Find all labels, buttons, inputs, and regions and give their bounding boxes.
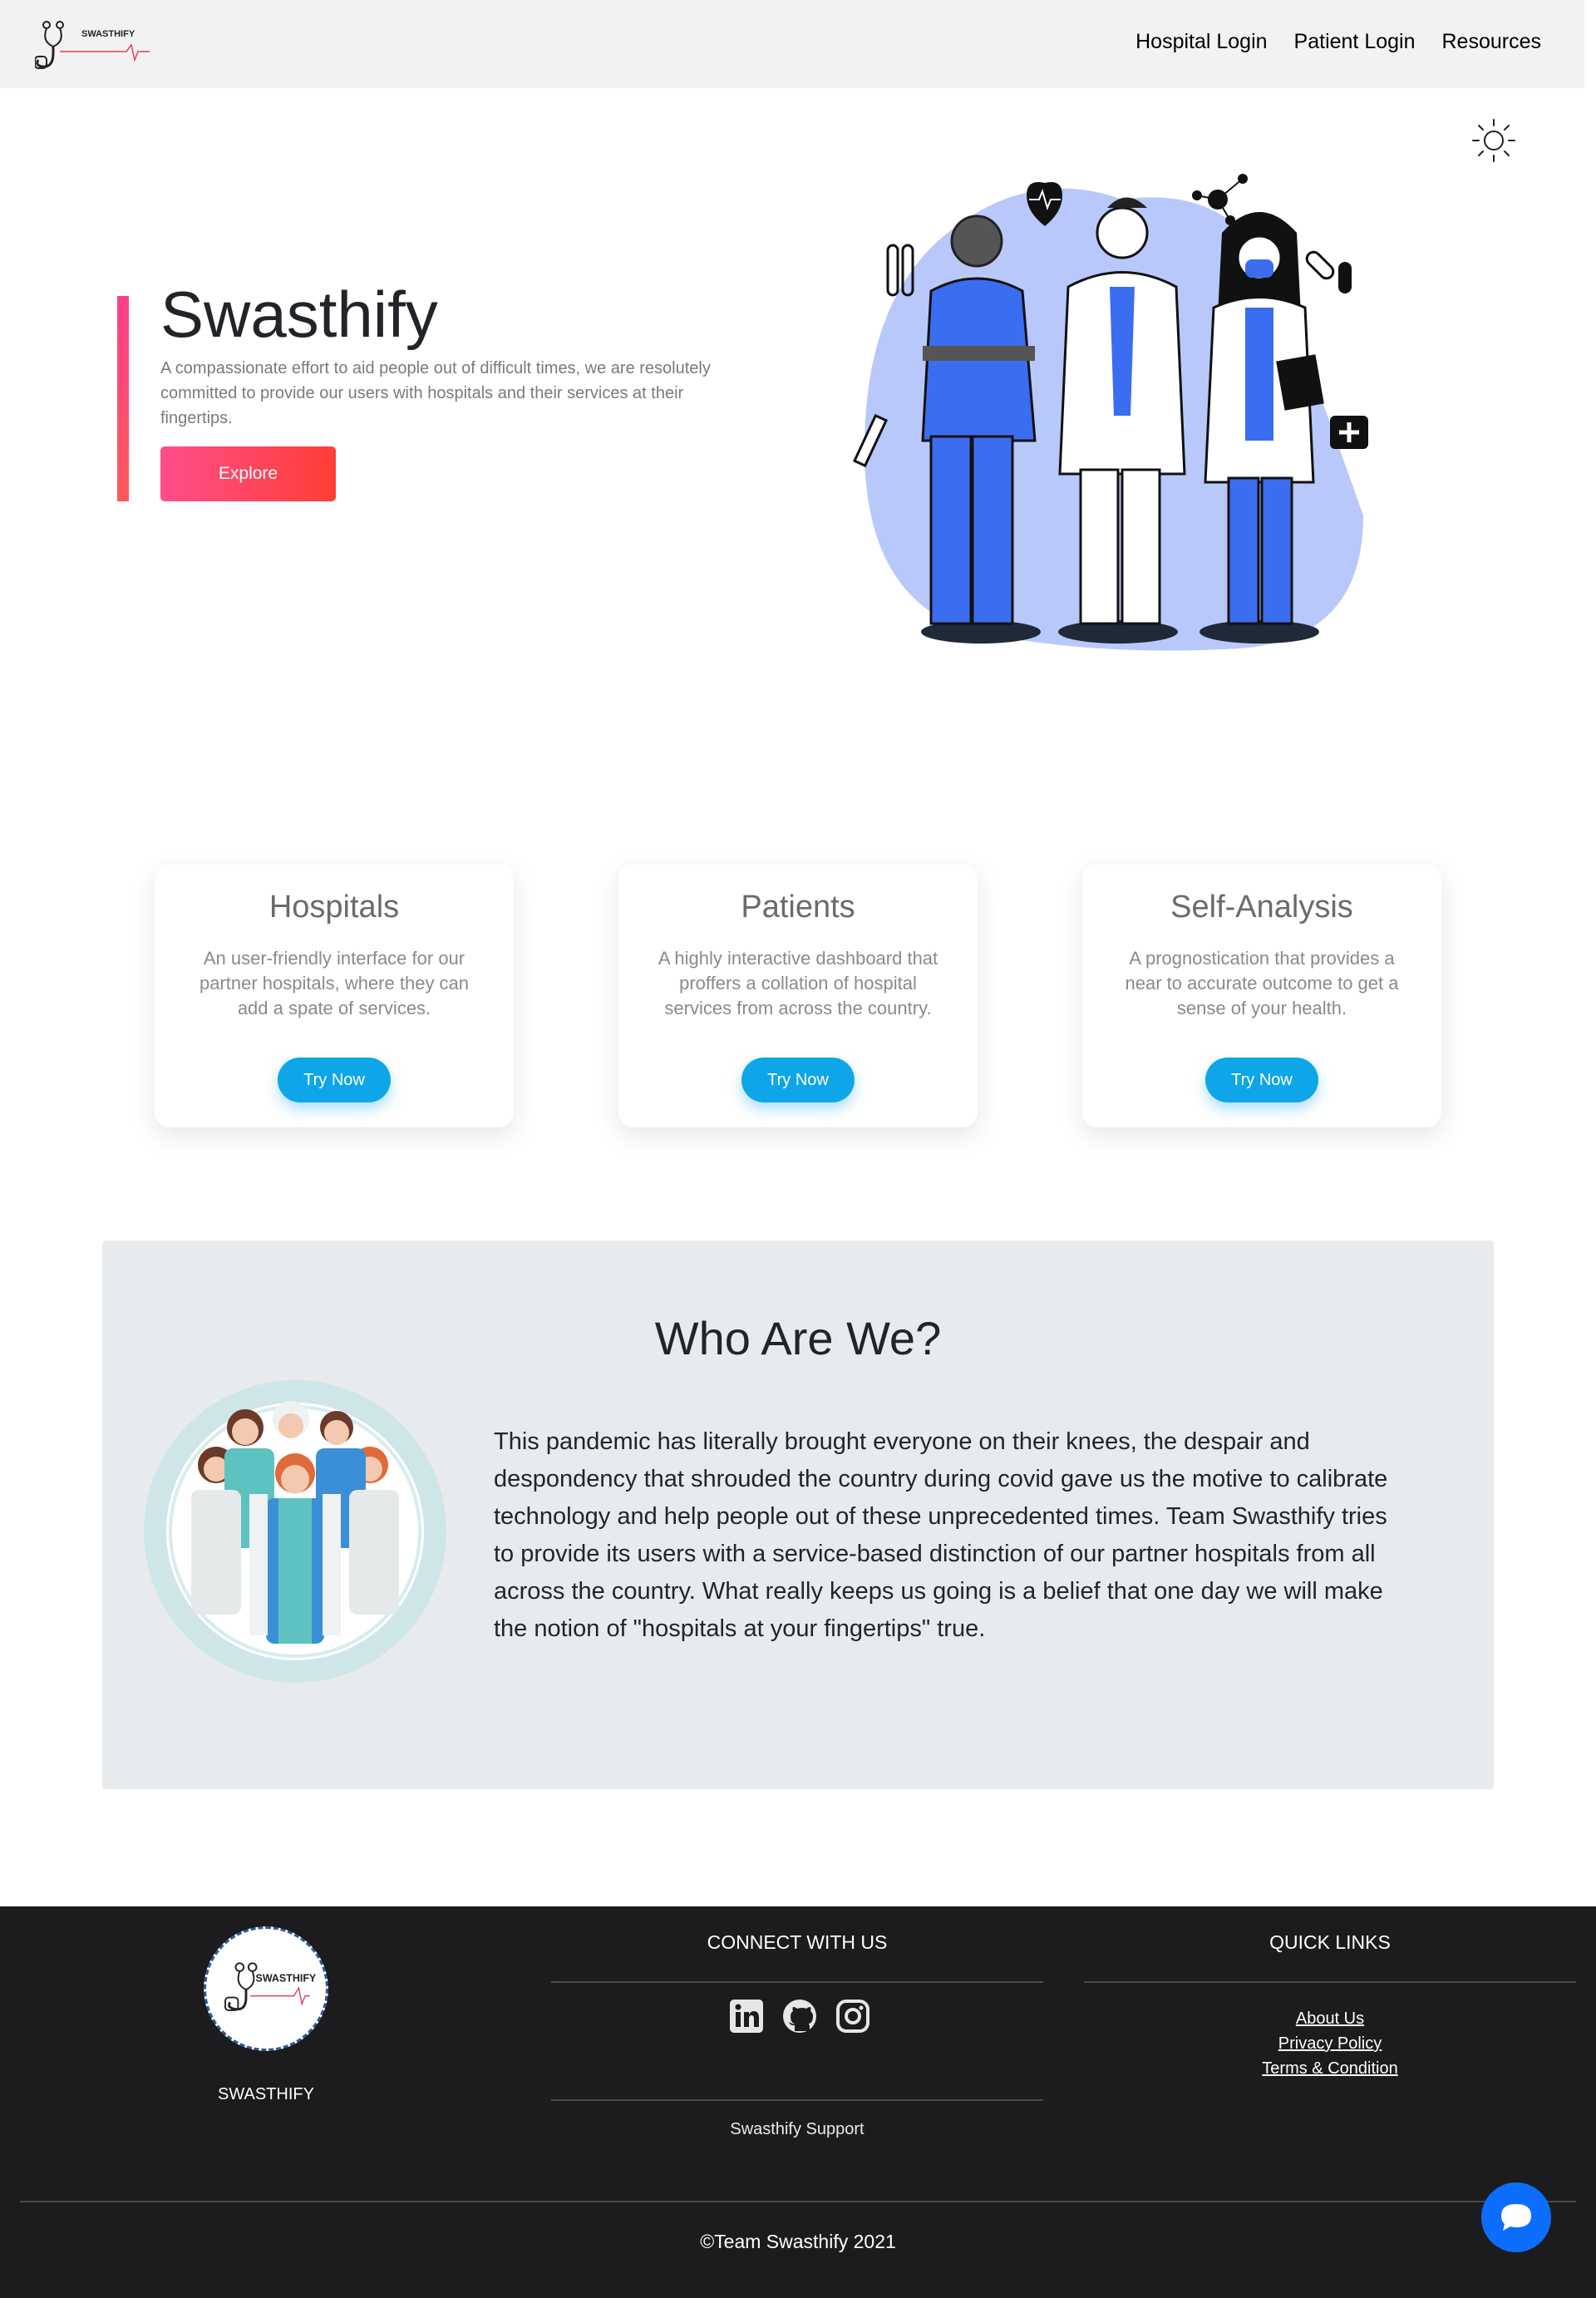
chat-bubble-icon bbox=[1501, 2204, 1531, 2231]
hero-accent-bar bbox=[117, 296, 129, 501]
chat-button[interactable] bbox=[1481, 2182, 1551, 2252]
terms-condition-link[interactable]: Terms & Condition bbox=[1084, 2056, 1576, 2081]
github-icon[interactable] bbox=[781, 1998, 818, 2034]
card-self-analysis: Self-Analysis A prognostication that pro… bbox=[1082, 865, 1441, 1127]
privacy-policy-link[interactable]: Privacy Policy bbox=[1084, 2031, 1576, 2056]
linkedin-icon[interactable] bbox=[728, 1998, 765, 2034]
card-text: A prognostication that provides a near t… bbox=[1125, 948, 1399, 1018]
hero-title: Swasthify bbox=[160, 278, 438, 351]
sun-icon[interactable] bbox=[1470, 116, 1518, 165]
try-now-hospitals-button[interactable]: Try Now bbox=[278, 1058, 391, 1102]
footer-logo-icon[interactable]: SWASTHIFY bbox=[204, 1926, 328, 2051]
card-title: Hospitals bbox=[268, 890, 400, 925]
footer-brand: SWASTHIFY bbox=[218, 2085, 314, 2103]
about-us-link[interactable]: About Us bbox=[1084, 2006, 1576, 2031]
footer-divider bbox=[20, 2201, 1576, 2202]
connect-divider-top bbox=[551, 1981, 1043, 1983]
try-now-self-analysis-button[interactable]: Try Now bbox=[1205, 1058, 1318, 1102]
connect-divider-bottom bbox=[551, 2099, 1043, 2101]
svg-text:SWASTHIFY: SWASTHIFY bbox=[256, 1972, 317, 1984]
navbar: SWASTHIFY Hospital Login Patient Login R… bbox=[0, 0, 1584, 88]
quick-links: About Us Privacy Policy Terms & Conditio… bbox=[1084, 2006, 1576, 2081]
support-link[interactable]: Swasthify Support bbox=[551, 2120, 1043, 2139]
try-now-patients-button[interactable]: Try Now bbox=[741, 1058, 855, 1102]
nav-hospital-login[interactable]: Hospital Login bbox=[1135, 30, 1267, 54]
who-description: This pandemic has literally brought ever… bbox=[494, 1428, 1388, 1642]
logo-icon[interactable]: SWASTHIFY bbox=[35, 17, 151, 75]
footer: SWASTHIFY SWASTHIFY CONNECT WITH US Swas… bbox=[0, 1906, 1596, 2298]
who-are-we-section: Who Are We? This pandemic has literally … bbox=[102, 1240, 1494, 1789]
card-hospitals: Hospitals An user-friendly interface for… bbox=[155, 865, 514, 1127]
instagram-icon[interactable] bbox=[835, 1998, 871, 2034]
team-illustration bbox=[144, 1380, 446, 1683]
card-title: Patients bbox=[741, 890, 855, 925]
copyright: ©Team Swasthify 2021 bbox=[700, 2231, 896, 2252]
svg-text:SWASTHIFY: SWASTHIFY bbox=[81, 29, 135, 39]
card-patients: Patients A highly interactive dashboard … bbox=[618, 865, 978, 1127]
nav-patient-login[interactable]: Patient Login bbox=[1294, 30, 1416, 54]
quick-links-divider bbox=[1084, 1981, 1576, 1983]
quick-links-title: QUICK LINKS bbox=[1269, 1931, 1391, 1953]
hero-description: A compassionate effort to aid people out… bbox=[160, 359, 711, 427]
explore-button[interactable]: Explore bbox=[160, 446, 336, 501]
nav-resources[interactable]: Resources bbox=[1442, 30, 1542, 54]
who-title: Who Are We? bbox=[654, 1312, 942, 1364]
connect-title: CONNECT WITH US bbox=[707, 1931, 888, 1953]
card-text: A highly interactive dashboard that prof… bbox=[658, 948, 938, 1018]
card-title: Self-Analysis bbox=[1170, 890, 1353, 925]
card-text: An user-friendly interface for our partn… bbox=[199, 948, 470, 1018]
doctors-illustration bbox=[852, 174, 1368, 651]
